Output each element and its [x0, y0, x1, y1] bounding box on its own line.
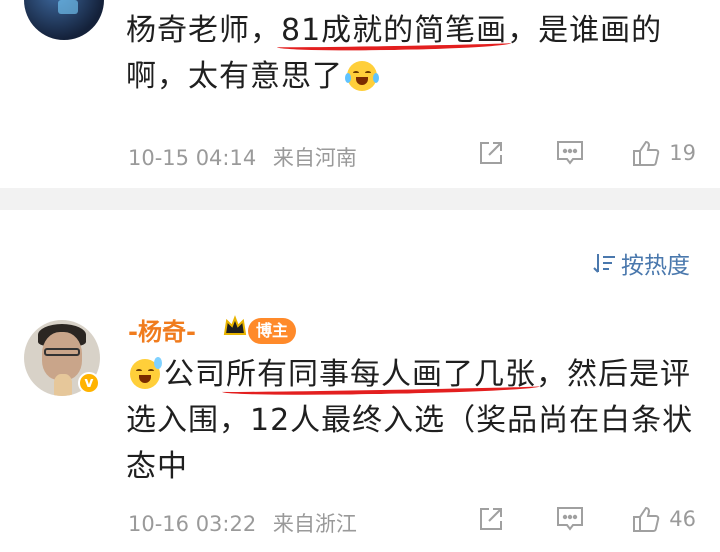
- comment-icon: [557, 507, 584, 531]
- author-badge: 博主: [248, 318, 297, 344]
- like-button[interactable]: 46: [631, 504, 696, 534]
- comment-date: 10-15 04:14: [128, 146, 257, 170]
- comment-text-part: 选入围，12人最终入选（奖品尚在白条状: [126, 403, 694, 438]
- comment-meta: 10-16 03:22 来自浙江: [128, 508, 367, 538]
- comment-text: 杨奇老师，81成就的简笔画，是谁画的 啊，太有意思了: [126, 8, 696, 100]
- username[interactable]: -杨奇-: [128, 312, 196, 347]
- comment-location: 来自河南: [272, 146, 357, 170]
- comment-location: 来自浙江: [272, 512, 357, 536]
- laughing-tears-emoji-icon: [345, 61, 379, 91]
- reply-button[interactable]: [555, 505, 585, 533]
- comment-actions: 19: [477, 138, 696, 168]
- comment-highlight: 所有同事每人画了几张: [226, 352, 536, 398]
- comment-date: 10-16 03:22: [128, 512, 257, 536]
- thumbs-up-icon: [633, 506, 660, 532]
- comment-text-part: 杨奇老师，: [126, 13, 281, 48]
- avatar[interactable]: [24, 0, 104, 40]
- verified-badge-icon: v: [78, 372, 100, 394]
- reply-button[interactable]: [555, 139, 585, 167]
- comment-text: 公司所有同事每人画了几张，然后是评 选入围，12人最终入选（奖品尚在白条状 态中: [126, 352, 696, 490]
- comment-text-part: 公司: [164, 357, 226, 392]
- like-count: 46: [669, 507, 696, 531]
- share-icon: [480, 508, 503, 530]
- section-divider: [0, 188, 720, 210]
- comment-text-part: 啊，太有意思了: [126, 59, 343, 94]
- sort-button[interactable]: 按热度: [591, 246, 690, 280]
- share-button[interactable]: [477, 139, 505, 167]
- comment-meta: 10-15 04:14 来自河南: [128, 142, 367, 172]
- share-icon: [480, 142, 503, 164]
- comment-text-part: ，然后是评: [536, 357, 691, 392]
- sort-label: 按热度: [621, 253, 690, 279]
- crown-icon: [223, 315, 247, 335]
- comment-item: 杨奇老师，81成就的简笔画，是谁画的 啊，太有意思了 10-15 04:14 来…: [0, 0, 720, 188]
- share-button[interactable]: [477, 505, 505, 533]
- comment-icon: [557, 141, 584, 165]
- comment-text-part: 态中: [126, 449, 188, 484]
- comment-actions: 46: [477, 504, 696, 534]
- sweat-smile-emoji-icon: [130, 357, 162, 389]
- like-button[interactable]: 19: [631, 138, 696, 168]
- thumbs-up-icon: [633, 140, 660, 166]
- sort-icon: [593, 254, 615, 273]
- like-count: 19: [669, 141, 696, 165]
- comment-text-part: ，是谁画的: [507, 13, 663, 48]
- comment-highlight: 81成就的简笔画: [281, 8, 507, 54]
